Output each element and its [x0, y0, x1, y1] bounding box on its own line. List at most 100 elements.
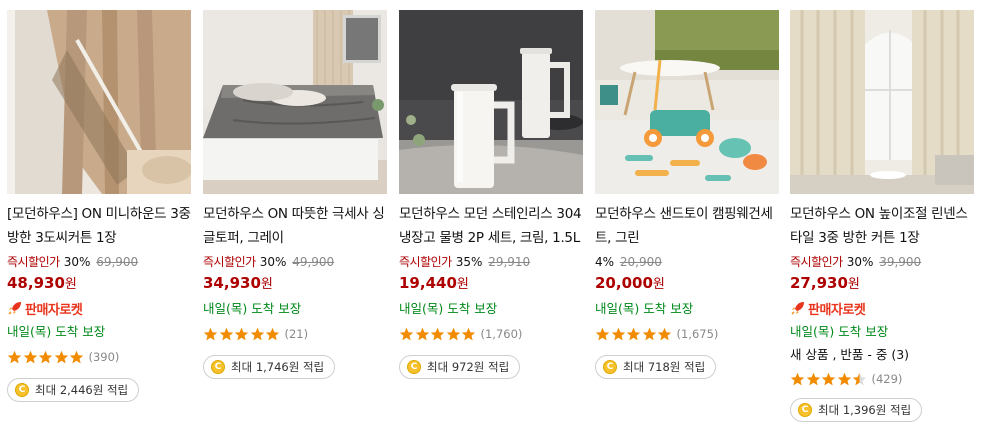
cashback-badge[interactable]: C 최대 972원 적립 — [399, 355, 521, 379]
product-card[interactable]: 모던하우스 샌드토이 캠핑웨건세트, 그린 4% 20,900 20,000원 … — [595, 10, 779, 379]
price-value: 27,930 — [790, 274, 848, 292]
coin-icon: C — [603, 360, 617, 374]
star-icon — [250, 327, 264, 340]
star-icon — [595, 327, 610, 340]
delivery-info: 내일(목) 도착 보장 — [790, 324, 889, 339]
return-product-info[interactable]: 새 상품 , 반품 - 중 (3) — [790, 344, 974, 366]
rocket-icon — [791, 302, 804, 315]
price-unit: 원 — [652, 277, 665, 292]
price-unit: 원 — [847, 277, 860, 292]
price-value: 48,930 — [7, 274, 65, 292]
discount-percent: 35% — [455, 255, 483, 269]
original-price: 20,900 — [619, 255, 662, 269]
product-card[interactable]: 모던하우스 모던 스테인리스 304 냉장고 물병 2P 세트, 크림, 1.5… — [399, 10, 583, 379]
product-card[interactable]: 모던하우스 ON 높이조절 린넨스타일 3중 방한 커튼 1장 즉시할인가 30%… — [790, 10, 974, 422]
discount-label: 즉시할인가 — [203, 255, 256, 269]
product-title[interactable]: 모던하우스 샌드토이 캠핑웨건세트, 그린 — [595, 202, 779, 250]
discount-label: 즉시할인가 — [790, 255, 843, 269]
product-title[interactable]: 모던하우스 ON 높이조절 린넨스타일 3중 방한 커튼 1장 — [790, 202, 974, 250]
star-icon — [626, 327, 641, 340]
product-grid: [모던하우스] ON 미니하운드 3중방한 3도씨커튼 1장 즉시할인가 30% … — [0, 0, 986, 443]
product-title[interactable]: 모던하우스 모던 스테인리스 304 냉장고 물병 2P 세트, 크림, 1.5… — [399, 202, 583, 250]
delivery-info: 내일(목) 도착 보장 — [7, 324, 106, 339]
star-icon — [54, 350, 68, 363]
star-icon — [69, 350, 84, 363]
sale-price: 34,930원 — [203, 272, 387, 296]
star-icon — [806, 372, 820, 385]
delivery-info: 내일(목) 도착 보장 — [595, 301, 694, 316]
star-icon — [461, 327, 476, 340]
star-icon — [430, 327, 445, 340]
cashback-badge[interactable]: C 최대 2,446원 적립 — [7, 378, 140, 402]
product-image-curtain[interactable] — [7, 10, 191, 194]
price-value: 19,440 — [399, 274, 457, 292]
star-icon — [821, 372, 836, 385]
coin-icon: C — [407, 360, 421, 374]
product-image-water-bottles[interactable] — [399, 10, 583, 194]
coin-icon: C — [798, 403, 812, 417]
rating: (390) — [7, 346, 191, 368]
cashback-text: 최대 2,446원 적립 — [35, 383, 129, 397]
seller-rocket-badge: 판매자로켓 — [7, 297, 191, 319]
original-price: 29,910 — [488, 255, 531, 269]
product-title[interactable]: 모던하우스 ON 따뜻한 극세사 싱글토퍼, 그레이 — [203, 202, 387, 250]
original-price: 49,900 — [292, 255, 335, 269]
discount-label: 즉시할인가 — [7, 255, 60, 269]
discount-row: 즉시할인가 30% 69,900 — [7, 252, 191, 272]
discount-percent: 4% — [595, 255, 615, 269]
discount-row: 즉시할인가 30% 49,900 — [203, 252, 387, 272]
delivery-info: 내일(목) 도착 보장 — [399, 301, 498, 316]
original-price: 39,900 — [879, 255, 922, 269]
review-count: (21) — [284, 327, 309, 341]
review-count: (390) — [88, 350, 120, 364]
rocket-label: 판매자로켓 — [25, 302, 83, 318]
product-card[interactable]: [모던하우스] ON 미니하운드 3중방한 3도씨커튼 1장 즉시할인가 30% … — [7, 10, 191, 402]
star-rating — [790, 372, 868, 387]
cashback-text: 최대 718원 적립 — [623, 360, 706, 374]
star-rating — [203, 327, 281, 342]
cashback-text: 최대 1,746원 적립 — [231, 360, 325, 374]
rating: (429) — [790, 368, 974, 390]
star-icon — [23, 350, 37, 363]
sale-price: 19,440원 — [399, 272, 583, 296]
review-count: (1,760) — [480, 327, 523, 341]
sale-price: 48,930원 — [7, 272, 191, 296]
star-icon — [446, 327, 460, 340]
cashback-badge[interactable]: C 최대 718원 적립 — [595, 355, 717, 379]
star-rating — [7, 350, 85, 365]
star-icon — [7, 350, 22, 363]
sale-price: 27,930원 — [790, 272, 974, 296]
coin-icon: C — [211, 360, 225, 374]
star-icon — [611, 327, 625, 340]
delivery-info: 내일(목) 도착 보장 — [203, 301, 302, 316]
cashback-text: 최대 1,396원 적립 — [818, 403, 912, 417]
star-icon — [38, 350, 53, 363]
discount-row: 즉시할인가 35% 29,910 — [399, 252, 583, 272]
price-unit: 원 — [260, 277, 273, 292]
coin-icon: C — [15, 383, 29, 397]
cashback-badge[interactable]: C 최대 1,746원 적립 — [203, 355, 336, 379]
product-image-linen-curtain[interactable] — [790, 10, 974, 194]
product-card[interactable]: 모던하우스 ON 따뜻한 극세사 싱글토퍼, 그레이 즉시할인가 30% 49,9… — [203, 10, 387, 379]
star-rating — [595, 327, 673, 342]
price-value: 34,930 — [203, 274, 261, 292]
rating: (1,675) — [595, 323, 779, 345]
star-icon — [203, 327, 218, 340]
cashback-badge[interactable]: C 최대 1,396원 적립 — [790, 398, 923, 422]
original-price: 69,900 — [96, 255, 139, 269]
star-icon — [837, 372, 851, 385]
review-count: (1,675) — [676, 327, 719, 341]
star-icon — [265, 327, 280, 340]
star-icon — [415, 327, 429, 340]
star-icon — [790, 372, 805, 385]
product-image-sand-toy[interactable] — [595, 10, 779, 194]
discount-row: 즉시할인가 30% 39,900 — [790, 252, 974, 272]
discount-label: 즉시할인가 — [399, 255, 452, 269]
price-unit: 원 — [456, 277, 469, 292]
price-unit: 원 — [64, 277, 77, 292]
product-image-topper[interactable] — [203, 10, 387, 194]
discount-row: 4% 20,900 — [595, 252, 779, 272]
rocket-icon — [8, 302, 21, 315]
product-title[interactable]: [모던하우스] ON 미니하운드 3중방한 3도씨커튼 1장 — [7, 202, 191, 250]
price-value: 20,000 — [595, 274, 653, 292]
